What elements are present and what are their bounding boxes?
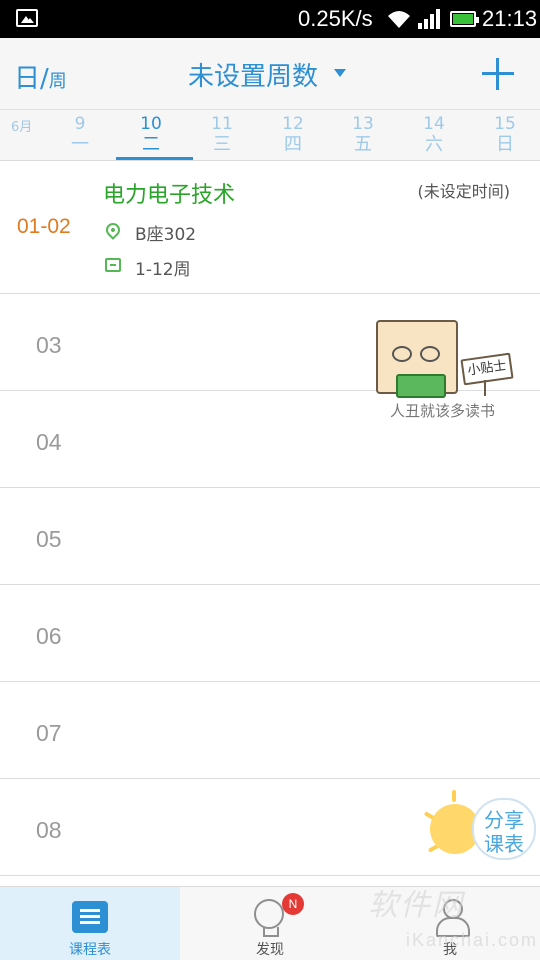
day-number: 11	[211, 114, 233, 134]
mascot-face-icon	[376, 320, 458, 398]
selected-day-indicator	[116, 157, 193, 160]
watermark-url: iKanchai.com	[406, 930, 539, 950]
course-card[interactable]: 01-02 电力电子技术 (未设定时间) B座302 1-12周	[0, 161, 540, 294]
share-label: 分享 课表	[474, 808, 534, 856]
share-label-line2: 课表	[484, 832, 524, 856]
slot-number: 06	[36, 623, 62, 649]
nav-label: 发现	[256, 942, 284, 958]
day-weekday: 二	[142, 134, 160, 155]
wifi-icon	[388, 11, 410, 28]
day-weekday: 六	[425, 134, 443, 155]
day-weekday: 一	[71, 134, 89, 155]
day-tab-sun[interactable]: 15 日	[470, 114, 540, 156]
gallery-notification-icon	[16, 9, 38, 27]
time-slot-row[interactable]: 05	[0, 488, 540, 585]
tip-sign: 小贴士	[460, 352, 514, 386]
day-number: 9	[74, 114, 86, 134]
course-weeks: 1-12周	[135, 260, 191, 280]
view-week-option[interactable]: 周	[49, 71, 67, 92]
network-speed: 0.25K/s	[298, 6, 373, 31]
share-label-line1: 分享	[484, 808, 524, 832]
nav-label: 课程表	[69, 942, 111, 958]
app-header: 日/周 未设置周数	[0, 38, 540, 110]
schedule-icon	[72, 901, 108, 933]
slot-number: 03	[36, 332, 62, 358]
day-number: 13	[352, 114, 374, 134]
view-separator: /	[40, 64, 49, 94]
location-pin-icon	[103, 220, 123, 240]
chevron-down-icon[interactable]	[334, 69, 346, 77]
day-number: 12	[282, 114, 304, 134]
time-slot-row[interactable]: 07	[0, 682, 540, 779]
lightbulb-icon	[254, 899, 284, 937]
day-number: 10	[140, 114, 162, 134]
battery-icon	[450, 11, 479, 27]
course-time: (未设定时间)	[417, 182, 511, 201]
signal-icon	[418, 9, 440, 29]
date-strip: 6月 9 一 10 二 11 三 12 四 13 五 14 六 15 日	[0, 110, 540, 161]
new-badge: N	[282, 893, 304, 915]
course-name: 电力电子技术	[103, 183, 236, 208]
share-schedule-button[interactable]: 分享 课表	[423, 790, 540, 870]
day-tab-thu[interactable]: 12 四	[258, 114, 328, 156]
watermark: 软件网	[368, 889, 464, 922]
nav-schedule[interactable]: 课程表	[0, 887, 180, 960]
status-bar: 0.25K/s 21:13	[0, 0, 540, 38]
view-day-option[interactable]: 日	[14, 64, 40, 94]
day-weekday: 四	[284, 134, 302, 155]
time-slot-row[interactable]: 06	[0, 585, 540, 682]
month-label: 6月	[11, 120, 33, 135]
tip-widget[interactable]: 小贴士 人丑就该多读书	[376, 320, 526, 428]
slot-number: 04	[36, 429, 62, 455]
add-course-icon[interactable]	[482, 58, 514, 90]
status-time: 21:13	[482, 6, 538, 31]
view-toggle[interactable]: 日/周	[14, 58, 67, 95]
tip-caption: 人丑就该多读书	[390, 402, 496, 420]
day-weekday: 日	[496, 134, 514, 155]
day-weekday: 五	[354, 134, 372, 155]
slot-number: 07	[36, 720, 62, 746]
sign-post	[484, 380, 486, 396]
day-tab-sat[interactable]: 14 六	[399, 114, 469, 156]
day-number: 14	[423, 114, 445, 134]
course-period: 01-02	[17, 215, 71, 238]
day-weekday: 三	[213, 134, 231, 155]
glasses-icon	[392, 346, 442, 362]
slot-number: 05	[36, 526, 62, 552]
day-tab-fri[interactable]: 13 五	[328, 114, 398, 156]
book-icon	[396, 374, 446, 398]
slot-number: 08	[36, 817, 62, 843]
sun-ray	[452, 790, 456, 802]
calendar-icon	[105, 258, 121, 272]
day-tab-tue[interactable]: 10 二	[116, 114, 186, 156]
week-selector[interactable]: 未设置周数	[188, 56, 318, 93]
course-location: B座302	[135, 225, 197, 245]
day-number: 15	[494, 114, 516, 134]
schedule-list: 01-02 电力电子技术 (未设定时间) B座302 1-12周 03 04 0…	[0, 161, 540, 876]
day-tab-wed[interactable]: 11 三	[187, 114, 257, 156]
day-tab-mon[interactable]: 9 一	[45, 114, 115, 156]
